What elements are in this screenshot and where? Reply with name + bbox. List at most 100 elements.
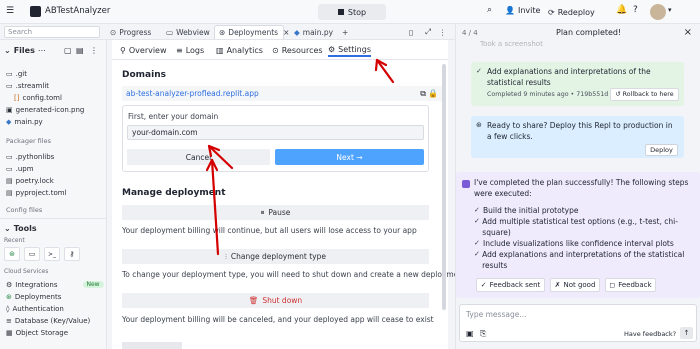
folder-icon: ▭ [6,164,13,173]
more-icon[interactable]: ⋮ [435,25,451,39]
cancel-button[interactable]: Cancel [127,149,270,165]
expand-icon[interactable]: ⤢ [421,25,435,39]
send-button[interactable]: ↑ [680,327,693,339]
next-button[interactable]: Next → [275,149,424,165]
pause-icon: ⏸ [260,207,265,217]
domain-input[interactable]: your-domain.com [127,125,424,140]
cloud-item-object-storage[interactable]: ▦ Object Storage [6,327,68,338]
new-folder-icon[interactable]: ▤ [76,46,84,55]
new-tab-button[interactable]: + [338,25,352,39]
tools-header[interactable]: ⌄ Tools [4,223,37,234]
copy-icon[interactable]: ⧉ [420,89,426,99]
scrollbar[interactable] [442,64,446,310]
replit-logo [30,6,41,17]
rollback-button[interactable]: ↺ Rollback to here [610,88,679,101]
change-deployment-type-button[interactable]: ⫶ Change deployment type [122,249,429,264]
tab-logs[interactable]: ≡ Logs [176,44,204,57]
avatar[interactable] [650,4,666,20]
plus-icon: + [342,27,349,37]
tab-analytics[interactable]: ▥ Analytics [216,44,263,57]
not-good-button[interactable]: ✗ Not good [550,278,600,292]
paperclip-icon[interactable]: ⎘ [480,329,486,339]
folder-icon: ▭ [6,152,13,161]
chevron-down-icon[interactable]: ⌄ [4,46,11,55]
stop-button[interactable]: Stop [318,4,386,20]
domains-title: Domains [122,70,166,80]
message-composer[interactable]: Type message... ▣ ⎘ Have feedback? ↑ [459,304,697,342]
help-icon[interactable]: ? [633,5,638,15]
app-title[interactable]: ABTestAnalyzer [45,6,110,16]
tab-webview[interactable]: ▭ Webview [162,25,214,39]
close-icon[interactable]: × [684,27,692,38]
deploy-prompt-text: Ready to share? Deploy this Repl to prod… [487,121,673,141]
undo-icon: ↺ [615,91,621,98]
folder-icon: ▭ [6,81,13,90]
search-input[interactable]: Search [4,26,100,38]
pause-button[interactable]: ⏸ Pause [122,205,429,220]
tab-deployments[interactable]: ⊛ Deployments × [214,25,289,39]
trash-icon: 🗑 [248,296,259,305]
cloud-item-authentication[interactable]: ◊ Authentication [6,303,64,314]
chevron-down-icon[interactable]: ▾ [668,6,672,14]
have-feedback-link[interactable]: Have feedback? [624,330,676,338]
config-files-title: Config files [6,206,43,214]
cloud-item-deployments[interactable]: ⊛ Deployments [6,291,61,302]
deployments-tool-icon[interactable]: ⊛ [4,247,20,261]
shut-down-button[interactable]: 🗑 Shut down [122,293,429,308]
split-view-icon[interactable]: ▯ [405,25,417,39]
agent-avatar [462,180,470,188]
search-icon[interactable]: ⌕ [487,5,492,15]
deployment-url[interactable]: ab-test-analyzer-proflead.replit.app [126,89,259,98]
agent-intro: I've completed the plan successfully! Th… [474,178,689,198]
change-description: To change your deployment type, you will… [122,270,467,279]
cloud-item-database[interactable]: ≡ Database (Key/Value) [6,315,90,326]
close-icon[interactable]: × [283,28,289,37]
secrets-tool-icon[interactable]: ⚷ [64,247,80,261]
files-sidebar: ⌄ Files ⋯ ▢ ▤ ⋮ ▭ .git ▭ .streamlit [] config… [0,40,107,349]
tab-settings[interactable]: ⚙ Settings [328,44,371,57]
step-meta: Completed 9 minutes ago • 719b551d [487,91,609,98]
message-input[interactable]: Type message... [466,310,526,319]
webview-icon: ▭ [166,27,174,37]
deploy-prompt-card: ⊛ Ready to share? Deploy this Repl to pr… [471,116,684,158]
completed-step-card: ✓ Add explanations and interpretations o… [471,62,684,106]
file-item[interactable]: ▤ poetry.lock [6,175,54,186]
file-item[interactable]: ▤ pyproject.toml [6,187,67,198]
cloud-item-integrations[interactable]: ⚙ Integrations New [6,279,104,290]
file-item[interactable]: ▭ .streamlit [6,80,49,91]
chat-header: Plan completed! [556,28,622,37]
collapse-icon[interactable]: ⋮ [90,46,98,55]
image-attach-icon[interactable]: ▣ [466,329,474,338]
file-item[interactable]: ▣ generated-icon.png [6,104,84,115]
file-item[interactable]: ▭ .pythonlibs [6,151,54,162]
feedback-sent-button[interactable]: ✓ Feedback sent [476,278,545,292]
deployment-url-row: ab-test-analyzer-proflead.replit.app ⧉ 🔒 [122,86,444,101]
gear-icon: ⚙ [328,45,336,54]
tab-resources[interactable]: ⊙ Resources [272,44,323,57]
menu-icon[interactable]: ☰ [6,6,14,16]
recent-tools: ⊛ ▭ >_ ⚷ [4,247,80,261]
logs-icon: ≡ [176,46,183,55]
deploy-button[interactable]: Deploy [645,144,678,156]
new-file-icon[interactable]: ▢ [64,46,72,55]
file-item[interactable]: ◆ main.py [6,116,43,127]
step-list: ✓ Build the initial prototype ✓ Add multip… [474,205,689,271]
webview-tool-icon[interactable]: ▭ [24,247,40,261]
tab-overview[interactable]: ⚲ Overview [120,44,167,57]
file-item[interactable]: [] config.toml [14,92,62,103]
faded-step: Took a screenshot [480,40,543,48]
shell-tool-icon[interactable]: >_ [44,247,60,261]
tab-progress[interactable]: ⊙ Progress [106,25,155,39]
tab-main-py[interactable]: ◆ main.py [290,25,337,39]
lock-icon: 🔒 [428,89,438,98]
redeploy-button[interactable]: ⟳ Redeploy [548,4,610,20]
bell-icon[interactable]: 🔔 [616,5,627,15]
feedback-button[interactable]: ◻ Feedback [605,278,656,292]
options-icon[interactable]: ⋯ [38,46,46,55]
invite-button[interactable]: 👤 Invite [505,6,540,15]
check-icon: ✓ [480,281,487,289]
stop-icon [337,9,344,15]
file-item[interactable]: ▭ .git [6,68,27,79]
file-item[interactable]: ▭ .upm [6,163,34,174]
chat-bubble-icon: ◻ [609,281,616,289]
